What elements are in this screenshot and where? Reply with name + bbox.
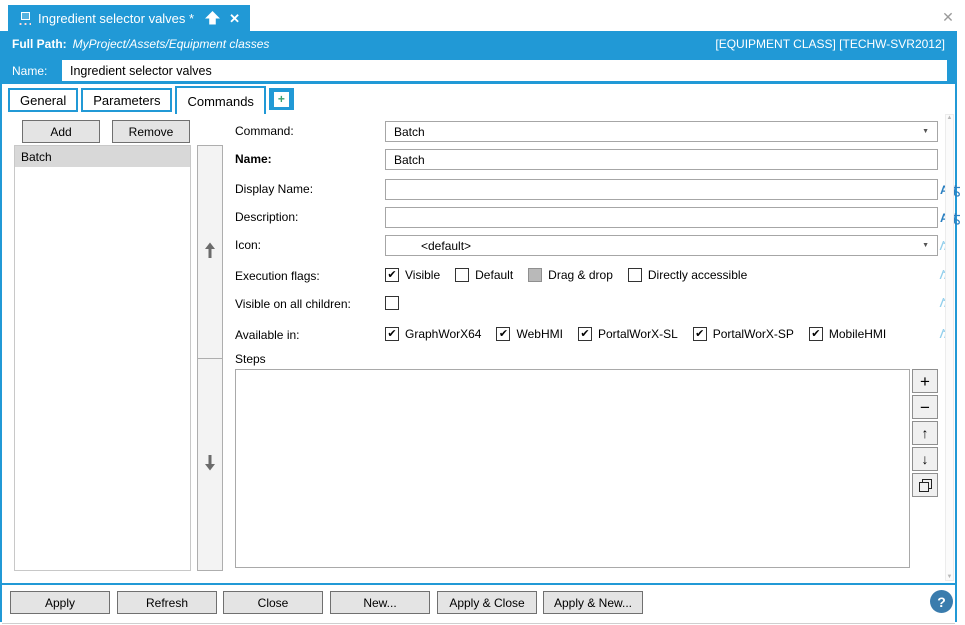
icon-value: <default> — [421, 239, 471, 253]
scroll-down-icon[interactable]: ▼ — [947, 574, 953, 580]
full-path-value: MyProject/Assets/Equipment classes — [73, 37, 270, 51]
editor-window: Full Path: MyProject/Assets/Equipment cl… — [0, 31, 957, 622]
checkbox-portalworx-sl[interactable]: PortalWorX-SL — [578, 327, 678, 341]
up-arrow-icon — [202, 240, 218, 263]
reorder-strip — [197, 145, 223, 571]
panel-close-icon[interactable]: ✕ — [939, 8, 957, 26]
apply-button[interactable]: Apply — [10, 591, 110, 614]
down-arrow-icon — [202, 453, 218, 476]
command-name-input[interactable] — [385, 149, 938, 170]
visible-children-label: Visible on all children: — [235, 297, 351, 311]
new-button[interactable]: New... — [330, 591, 430, 614]
description-label: Description: — [235, 210, 298, 224]
checkbox-icon — [578, 327, 592, 341]
visible-children-row — [385, 295, 399, 311]
checkbox-visible-on-all-children[interactable] — [385, 296, 399, 310]
remove-command-button[interactable]: Remove — [112, 120, 190, 143]
tab-commands[interactable]: Commands — [175, 86, 265, 114]
execution-flags-row: Visible Default Drag & drop Directly acc… — [385, 267, 747, 283]
name-bar: Name: — [2, 57, 955, 84]
command-combobox[interactable]: Batch ▼ — [385, 121, 938, 142]
checkbox-icon — [693, 327, 707, 341]
display-name-input[interactable] — [385, 179, 938, 200]
command-label: Command: — [235, 124, 294, 138]
document-tab-title: Ingredient selector valves * — [38, 11, 194, 26]
checkbox-directly-accessible[interactable]: Directly accessible — [628, 268, 747, 282]
copy-icon — [919, 479, 932, 492]
checkbox-graphworx64[interactable]: GraphWorX64 — [385, 327, 481, 341]
document-tab[interactable]: Ingredient selector valves * ✕ — [8, 5, 250, 31]
steps-move-up-button[interactable]: ↑ — [912, 421, 938, 445]
tab-general[interactable]: General — [8, 88, 78, 112]
checkbox-icon — [528, 268, 542, 282]
steps-label: Steps — [235, 352, 266, 366]
command-value: Batch — [394, 125, 425, 139]
full-path-label: Full Path: — [12, 37, 67, 51]
dropdown-arrow-icon: ▼ — [922, 128, 929, 135]
promote-up-icon[interactable] — [205, 11, 220, 25]
plus-icon: + — [274, 92, 289, 107]
context-badge: [EQUIPMENT CLASS] [TECHW-SVR2012] — [715, 37, 945, 51]
move-item-up-button[interactable] — [197, 145, 223, 359]
checkbox-icon — [628, 268, 642, 282]
execution-flags-label: Execution flags: — [235, 269, 320, 283]
apply-and-close-button[interactable]: Apply & Close — [437, 591, 537, 614]
tab-parameters[interactable]: Parameters — [81, 88, 172, 112]
description-input[interactable] — [385, 207, 938, 228]
name-input[interactable] — [62, 60, 947, 81]
checkbox-icon — [809, 327, 823, 341]
refresh-button[interactable]: Refresh — [117, 591, 217, 614]
checkbox-icon — [455, 268, 469, 282]
checkbox-default[interactable]: Default — [455, 268, 513, 282]
tab-strip: General Parameters Commands + — [2, 84, 955, 112]
scroll-up-icon[interactable]: ▲ — [947, 115, 953, 121]
tab-close-icon[interactable]: ✕ — [229, 12, 240, 25]
list-item-batch[interactable]: Batch — [15, 146, 190, 167]
name-label: Name: — [12, 64, 62, 78]
add-command-button[interactable]: Add — [22, 120, 100, 143]
available-in-label: Available in: — [235, 328, 300, 342]
steps-remove-button[interactable]: − — [912, 395, 938, 419]
icon-label: Icon: — [235, 238, 261, 252]
steps-duplicate-button[interactable] — [912, 473, 938, 497]
checkbox-mobilehmi[interactable]: MobileHMI — [809, 327, 886, 341]
steps-move-down-button[interactable]: ↓ — [912, 447, 938, 471]
command-list: Batch — [14, 145, 191, 571]
checkbox-visible[interactable]: Visible — [385, 268, 440, 282]
add-tab-button[interactable]: + — [269, 88, 294, 110]
icon-combobox[interactable]: <default> ▼ — [385, 235, 938, 256]
help-button[interactable]: ? — [930, 590, 953, 613]
footer-bar: Apply Refresh Close New... Apply & Close… — [2, 583, 955, 622]
move-item-down-button[interactable] — [197, 359, 223, 572]
checkbox-webhmi[interactable]: WebHMI — [496, 327, 562, 341]
close-button[interactable]: Close — [223, 591, 323, 614]
apply-and-new-button[interactable]: Apply & New... — [543, 591, 643, 614]
window-shadow — [2, 623, 955, 624]
steps-list[interactable] — [235, 369, 910, 568]
form-scrollbar[interactable]: ▲ ▼ — [945, 114, 954, 581]
checkbox-icon — [385, 327, 399, 341]
checkbox-drag-and-drop[interactable]: Drag & drop — [528, 268, 613, 282]
checkbox-icon — [385, 268, 399, 282]
checkbox-portalworx-sp[interactable]: PortalWorX-SP — [693, 327, 794, 341]
available-in-row: GraphWorX64 WebHMI PortalWorX-SL PortalW… — [385, 326, 886, 342]
commands-panel: Add Remove Batch Command: Batch ▼ Name: — [2, 112, 955, 583]
checkbox-icon — [496, 327, 510, 341]
dropdown-arrow-icon: ▼ — [922, 242, 929, 249]
equipment-class-icon — [18, 12, 31, 25]
full-path-bar: Full Path: MyProject/Assets/Equipment cl… — [2, 31, 955, 57]
steps-add-button[interactable]: + — [912, 369, 938, 393]
command-name-label: Name: — [235, 152, 272, 166]
display-name-label: Display Name: — [235, 182, 313, 196]
checkbox-icon — [385, 296, 399, 310]
